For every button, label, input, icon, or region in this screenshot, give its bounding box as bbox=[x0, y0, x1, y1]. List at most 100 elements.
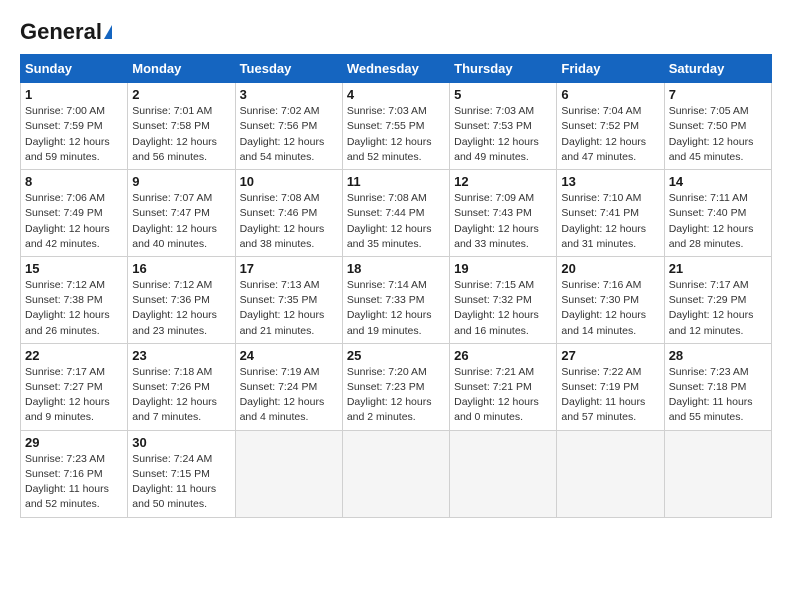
calendar-cell: 25 Sunrise: 7:20 AMSunset: 7:23 PMDaylig… bbox=[342, 343, 449, 430]
calendar-cell: 26 Sunrise: 7:21 AMSunset: 7:21 PMDaylig… bbox=[450, 343, 557, 430]
day-detail: Sunrise: 7:18 AMSunset: 7:26 PMDaylight:… bbox=[132, 366, 217, 424]
calendar-cell: 7 Sunrise: 7:05 AMSunset: 7:50 PMDayligh… bbox=[664, 83, 771, 170]
day-number: 27 bbox=[561, 348, 659, 363]
day-number: 12 bbox=[454, 174, 552, 189]
day-detail: Sunrise: 7:12 AMSunset: 7:38 PMDaylight:… bbox=[25, 279, 110, 337]
day-detail: Sunrise: 7:02 AMSunset: 7:56 PMDaylight:… bbox=[240, 105, 325, 163]
day-number: 3 bbox=[240, 87, 338, 102]
col-header-friday: Friday bbox=[557, 55, 664, 83]
logo: General bbox=[20, 20, 112, 44]
calendar-cell: 3 Sunrise: 7:02 AMSunset: 7:56 PMDayligh… bbox=[235, 83, 342, 170]
calendar-cell: 13 Sunrise: 7:10 AMSunset: 7:41 PMDaylig… bbox=[557, 170, 664, 257]
day-number: 1 bbox=[25, 87, 123, 102]
calendar-cell: 2 Sunrise: 7:01 AMSunset: 7:58 PMDayligh… bbox=[128, 83, 235, 170]
day-detail: Sunrise: 7:15 AMSunset: 7:32 PMDaylight:… bbox=[454, 279, 539, 337]
day-number: 21 bbox=[669, 261, 767, 276]
day-detail: Sunrise: 7:11 AMSunset: 7:40 PMDaylight:… bbox=[669, 192, 754, 250]
day-number: 5 bbox=[454, 87, 552, 102]
day-detail: Sunrise: 7:03 AMSunset: 7:55 PMDaylight:… bbox=[347, 105, 432, 163]
col-header-monday: Monday bbox=[128, 55, 235, 83]
calendar-cell: 16 Sunrise: 7:12 AMSunset: 7:36 PMDaylig… bbox=[128, 256, 235, 343]
calendar-cell: 20 Sunrise: 7:16 AMSunset: 7:30 PMDaylig… bbox=[557, 256, 664, 343]
day-detail: Sunrise: 7:08 AMSunset: 7:44 PMDaylight:… bbox=[347, 192, 432, 250]
day-number: 29 bbox=[25, 435, 123, 450]
header: General bbox=[20, 20, 772, 44]
day-number: 4 bbox=[347, 87, 445, 102]
calendar-week-row: 29 Sunrise: 7:23 AMSunset: 7:16 PMDaylig… bbox=[21, 430, 772, 517]
day-number: 2 bbox=[132, 87, 230, 102]
day-number: 22 bbox=[25, 348, 123, 363]
calendar-cell: 24 Sunrise: 7:19 AMSunset: 7:24 PMDaylig… bbox=[235, 343, 342, 430]
day-number: 18 bbox=[347, 261, 445, 276]
day-number: 20 bbox=[561, 261, 659, 276]
day-number: 8 bbox=[25, 174, 123, 189]
day-detail: Sunrise: 7:22 AMSunset: 7:19 PMDaylight:… bbox=[561, 366, 645, 424]
day-detail: Sunrise: 7:20 AMSunset: 7:23 PMDaylight:… bbox=[347, 366, 432, 424]
day-detail: Sunrise: 7:17 AMSunset: 7:29 PMDaylight:… bbox=[669, 279, 754, 337]
day-detail: Sunrise: 7:21 AMSunset: 7:21 PMDaylight:… bbox=[454, 366, 539, 424]
day-number: 25 bbox=[347, 348, 445, 363]
day-detail: Sunrise: 7:14 AMSunset: 7:33 PMDaylight:… bbox=[347, 279, 432, 337]
calendar-cell: 11 Sunrise: 7:08 AMSunset: 7:44 PMDaylig… bbox=[342, 170, 449, 257]
calendar-week-row: 15 Sunrise: 7:12 AMSunset: 7:38 PMDaylig… bbox=[21, 256, 772, 343]
day-number: 28 bbox=[669, 348, 767, 363]
col-header-saturday: Saturday bbox=[664, 55, 771, 83]
day-detail: Sunrise: 7:07 AMSunset: 7:47 PMDaylight:… bbox=[132, 192, 217, 250]
calendar-table: SundayMondayTuesdayWednesdayThursdayFrid… bbox=[20, 54, 772, 517]
calendar-week-row: 22 Sunrise: 7:17 AMSunset: 7:27 PMDaylig… bbox=[21, 343, 772, 430]
day-number: 23 bbox=[132, 348, 230, 363]
day-detail: Sunrise: 7:09 AMSunset: 7:43 PMDaylight:… bbox=[454, 192, 539, 250]
calendar-cell: 30 Sunrise: 7:24 AMSunset: 7:15 PMDaylig… bbox=[128, 430, 235, 517]
day-number: 14 bbox=[669, 174, 767, 189]
day-detail: Sunrise: 7:24 AMSunset: 7:15 PMDaylight:… bbox=[132, 453, 216, 511]
calendar-cell: 15 Sunrise: 7:12 AMSunset: 7:38 PMDaylig… bbox=[21, 256, 128, 343]
day-number: 7 bbox=[669, 87, 767, 102]
day-detail: Sunrise: 7:16 AMSunset: 7:30 PMDaylight:… bbox=[561, 279, 646, 337]
day-number: 26 bbox=[454, 348, 552, 363]
calendar-cell: 17 Sunrise: 7:13 AMSunset: 7:35 PMDaylig… bbox=[235, 256, 342, 343]
calendar-week-row: 1 Sunrise: 7:00 AMSunset: 7:59 PMDayligh… bbox=[21, 83, 772, 170]
logo-text-general: General bbox=[20, 20, 102, 44]
calendar-cell: 9 Sunrise: 7:07 AMSunset: 7:47 PMDayligh… bbox=[128, 170, 235, 257]
day-detail: Sunrise: 7:00 AMSunset: 7:59 PMDaylight:… bbox=[25, 105, 110, 163]
calendar-cell: 23 Sunrise: 7:18 AMSunset: 7:26 PMDaylig… bbox=[128, 343, 235, 430]
calendar-cell bbox=[450, 430, 557, 517]
logo-triangle-icon bbox=[104, 25, 112, 39]
calendar-cell: 6 Sunrise: 7:04 AMSunset: 7:52 PMDayligh… bbox=[557, 83, 664, 170]
calendar-cell: 27 Sunrise: 7:22 AMSunset: 7:19 PMDaylig… bbox=[557, 343, 664, 430]
day-number: 9 bbox=[132, 174, 230, 189]
calendar-cell: 18 Sunrise: 7:14 AMSunset: 7:33 PMDaylig… bbox=[342, 256, 449, 343]
day-number: 30 bbox=[132, 435, 230, 450]
day-detail: Sunrise: 7:13 AMSunset: 7:35 PMDaylight:… bbox=[240, 279, 325, 337]
day-number: 15 bbox=[25, 261, 123, 276]
day-number: 17 bbox=[240, 261, 338, 276]
calendar-cell: 29 Sunrise: 7:23 AMSunset: 7:16 PMDaylig… bbox=[21, 430, 128, 517]
col-header-tuesday: Tuesday bbox=[235, 55, 342, 83]
day-number: 6 bbox=[561, 87, 659, 102]
col-header-thursday: Thursday bbox=[450, 55, 557, 83]
day-number: 11 bbox=[347, 174, 445, 189]
calendar-cell: 8 Sunrise: 7:06 AMSunset: 7:49 PMDayligh… bbox=[21, 170, 128, 257]
calendar-cell: 1 Sunrise: 7:00 AMSunset: 7:59 PMDayligh… bbox=[21, 83, 128, 170]
calendar-cell: 28 Sunrise: 7:23 AMSunset: 7:18 PMDaylig… bbox=[664, 343, 771, 430]
day-detail: Sunrise: 7:23 AMSunset: 7:16 PMDaylight:… bbox=[25, 453, 109, 511]
calendar-cell: 10 Sunrise: 7:08 AMSunset: 7:46 PMDaylig… bbox=[235, 170, 342, 257]
calendar-header-row: SundayMondayTuesdayWednesdayThursdayFrid… bbox=[21, 55, 772, 83]
day-detail: Sunrise: 7:10 AMSunset: 7:41 PMDaylight:… bbox=[561, 192, 646, 250]
calendar-cell bbox=[664, 430, 771, 517]
day-detail: Sunrise: 7:06 AMSunset: 7:49 PMDaylight:… bbox=[25, 192, 110, 250]
day-number: 16 bbox=[132, 261, 230, 276]
day-detail: Sunrise: 7:19 AMSunset: 7:24 PMDaylight:… bbox=[240, 366, 325, 424]
day-detail: Sunrise: 7:12 AMSunset: 7:36 PMDaylight:… bbox=[132, 279, 217, 337]
calendar-cell: 4 Sunrise: 7:03 AMSunset: 7:55 PMDayligh… bbox=[342, 83, 449, 170]
calendar-cell: 12 Sunrise: 7:09 AMSunset: 7:43 PMDaylig… bbox=[450, 170, 557, 257]
calendar-cell: 22 Sunrise: 7:17 AMSunset: 7:27 PMDaylig… bbox=[21, 343, 128, 430]
day-detail: Sunrise: 7:04 AMSunset: 7:52 PMDaylight:… bbox=[561, 105, 646, 163]
calendar-cell: 19 Sunrise: 7:15 AMSunset: 7:32 PMDaylig… bbox=[450, 256, 557, 343]
day-detail: Sunrise: 7:01 AMSunset: 7:58 PMDaylight:… bbox=[132, 105, 217, 163]
calendar-cell: 5 Sunrise: 7:03 AMSunset: 7:53 PMDayligh… bbox=[450, 83, 557, 170]
day-detail: Sunrise: 7:23 AMSunset: 7:18 PMDaylight:… bbox=[669, 366, 753, 424]
calendar-week-row: 8 Sunrise: 7:06 AMSunset: 7:49 PMDayligh… bbox=[21, 170, 772, 257]
day-number: 10 bbox=[240, 174, 338, 189]
day-number: 24 bbox=[240, 348, 338, 363]
